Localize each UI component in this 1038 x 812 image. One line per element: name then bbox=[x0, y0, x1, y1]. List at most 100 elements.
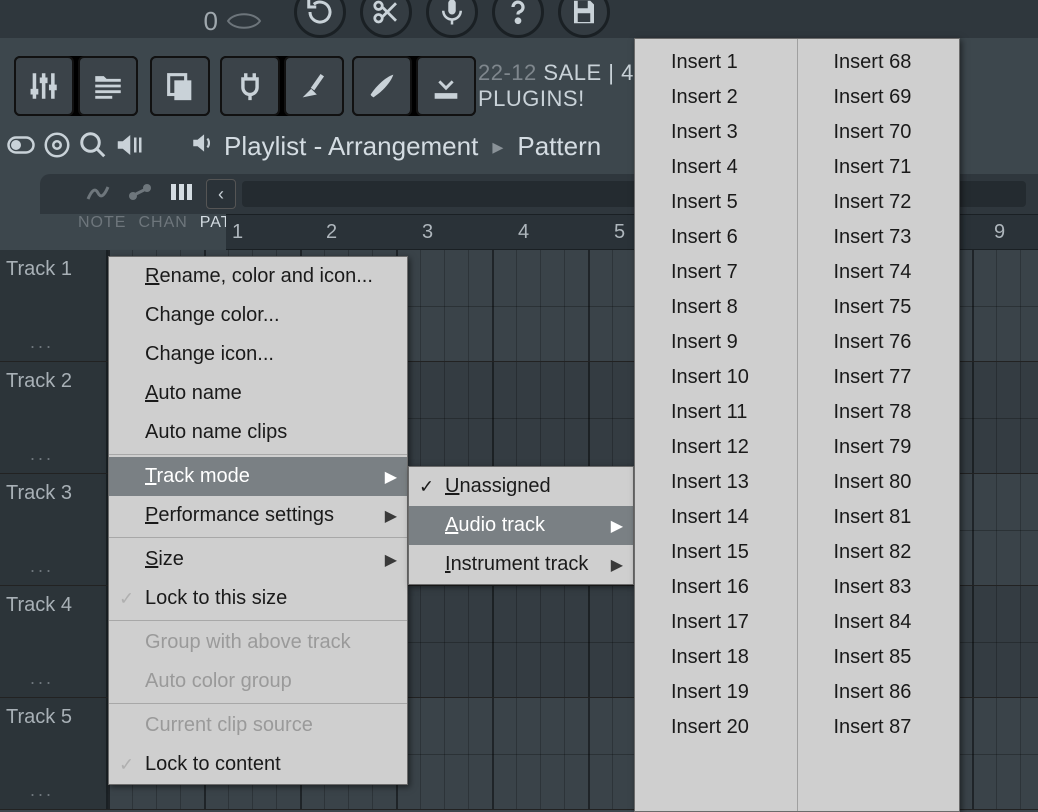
submenu-unassigned[interactable]: ✓Unassigned bbox=[409, 467, 633, 506]
browser-button[interactable] bbox=[78, 56, 138, 116]
track-header-2[interactable]: Track 2... bbox=[0, 362, 108, 473]
menu-lock-content[interactable]: ✓Lock to content bbox=[109, 745, 407, 784]
promo-rest: SALE | 40 bbox=[537, 60, 647, 85]
menu-change-icon[interactable]: Change icon... bbox=[109, 335, 407, 374]
mode-chan-label[interactable]: CHAN bbox=[138, 214, 187, 232]
insert-item[interactable]: Insert 73 bbox=[798, 220, 960, 255]
playlist-title: Playlist - Arrangement bbox=[224, 131, 478, 162]
lips-icon bbox=[226, 12, 262, 30]
insert-item[interactable]: Insert 77 bbox=[798, 360, 960, 395]
track-header-5[interactable]: Track 5... bbox=[0, 698, 108, 809]
insert-item[interactable]: Insert 4 bbox=[635, 150, 797, 185]
track-sub: ... bbox=[30, 668, 54, 689]
menu-rename[interactable]: Rename, color and icon... bbox=[109, 257, 407, 296]
zoom-icon[interactable] bbox=[78, 130, 108, 165]
insert-item[interactable]: Insert 83 bbox=[798, 570, 960, 605]
insert-item[interactable]: Insert 7 bbox=[635, 255, 797, 290]
insert-item[interactable]: Insert 20 bbox=[635, 710, 797, 745]
help-button[interactable] bbox=[492, 0, 544, 38]
insert-item[interactable]: Insert 80 bbox=[798, 465, 960, 500]
insert-item[interactable]: Insert 82 bbox=[798, 535, 960, 570]
insert-item[interactable]: Insert 5 bbox=[635, 185, 797, 220]
insert-item[interactable]: Insert 74 bbox=[798, 255, 960, 290]
download-button[interactable] bbox=[416, 56, 476, 116]
track-header-3[interactable]: Track 3... bbox=[0, 474, 108, 585]
insert-item[interactable]: Insert 70 bbox=[798, 115, 960, 150]
insert-item[interactable]: Insert 78 bbox=[798, 395, 960, 430]
save-button[interactable] bbox=[558, 0, 610, 38]
insert-item[interactable]: Insert 75 bbox=[798, 290, 960, 325]
scissors-button[interactable] bbox=[360, 0, 412, 38]
insert-item[interactable]: Insert 87 bbox=[798, 710, 960, 745]
insert-item[interactable]: Insert 1 bbox=[635, 45, 797, 80]
ruler-tick: 9 bbox=[994, 221, 1005, 244]
menu-auto-color-group: Auto color group bbox=[109, 662, 407, 701]
speaker-icon[interactable] bbox=[190, 130, 216, 163]
track-sub: ... bbox=[30, 444, 54, 465]
menu-lock-size[interactable]: ✓Lock to this size bbox=[109, 579, 407, 618]
chevron-right-icon: ▶ bbox=[611, 555, 623, 575]
insert-item[interactable]: Insert 3 bbox=[635, 115, 797, 150]
chan-mode-icon[interactable] bbox=[126, 181, 154, 208]
target-icon[interactable] bbox=[42, 130, 72, 165]
playlist-crumb[interactable]: Pattern bbox=[517, 131, 601, 162]
insert-item[interactable]: Insert 79 bbox=[798, 430, 960, 465]
insert-item[interactable]: Insert 81 bbox=[798, 500, 960, 535]
insert-item[interactable]: Insert 72 bbox=[798, 185, 960, 220]
track-context-menu: Rename, color and icon... Change color..… bbox=[108, 256, 408, 785]
mode-note-label[interactable]: NOTE bbox=[78, 214, 126, 232]
menu-change-color[interactable]: Change color... bbox=[109, 296, 407, 335]
ruler-tick: 2 bbox=[326, 221, 337, 244]
insert-item[interactable]: Insert 71 bbox=[798, 150, 960, 185]
insert-item[interactable]: Insert 9 bbox=[635, 325, 797, 360]
undo-button[interactable] bbox=[294, 0, 346, 38]
promo-banner[interactable]: 22-12 SALE | 40 PLUGINS! bbox=[478, 56, 647, 116]
ruler-tick: 4 bbox=[518, 221, 529, 244]
mixer-button[interactable] bbox=[14, 56, 74, 116]
insert-item[interactable]: Insert 85 bbox=[798, 640, 960, 675]
insert-item[interactable]: Insert 18 bbox=[635, 640, 797, 675]
insert-item[interactable]: Insert 2 bbox=[635, 80, 797, 115]
track-header-4[interactable]: Track 4... bbox=[0, 586, 108, 697]
track-sub: ... bbox=[30, 556, 54, 577]
menu-track-mode[interactable]: Track mode▶ bbox=[109, 457, 407, 496]
insert-item[interactable]: Insert 11 bbox=[635, 395, 797, 430]
insert-item[interactable]: Insert 76 bbox=[798, 325, 960, 360]
note-mode-icon[interactable] bbox=[84, 181, 112, 208]
plugin-button[interactable] bbox=[220, 56, 280, 116]
ruler-tick: 5 bbox=[614, 221, 625, 244]
back-button[interactable]: ‹ bbox=[206, 179, 236, 209]
insert-item[interactable]: Insert 69 bbox=[798, 80, 960, 115]
insert-item[interactable]: Insert 15 bbox=[635, 535, 797, 570]
insert-item[interactable]: Insert 8 bbox=[635, 290, 797, 325]
track-name: Track 1 bbox=[6, 258, 72, 280]
insert-item[interactable]: Insert 14 bbox=[635, 500, 797, 535]
pat-mode-icon[interactable] bbox=[168, 181, 196, 208]
insert-item[interactable]: Insert 84 bbox=[798, 605, 960, 640]
mic-button[interactable] bbox=[426, 0, 478, 38]
check-icon: ✓ bbox=[119, 588, 134, 609]
insert-item[interactable]: Insert 68 bbox=[798, 45, 960, 80]
sound-icon[interactable] bbox=[114, 130, 144, 165]
submenu-audio-track[interactable]: Audio track▶ bbox=[409, 506, 633, 545]
insert-item[interactable]: Insert 6 bbox=[635, 220, 797, 255]
insert-item[interactable]: Insert 19 bbox=[635, 675, 797, 710]
copy-button[interactable] bbox=[150, 56, 210, 116]
track-header-1[interactable]: Track 1... bbox=[0, 250, 108, 361]
insert-item[interactable]: Insert 16 bbox=[635, 570, 797, 605]
insert-item[interactable]: Insert 10 bbox=[635, 360, 797, 395]
insert-item[interactable]: Insert 86 bbox=[798, 675, 960, 710]
lamp-button[interactable] bbox=[284, 56, 344, 116]
submenu-instrument-track[interactable]: Instrument track▶ bbox=[409, 545, 633, 584]
insert-item[interactable]: Insert 17 bbox=[635, 605, 797, 640]
menu-auto-name-clips[interactable]: Auto name clips bbox=[109, 413, 407, 452]
insert-item[interactable]: Insert 12 bbox=[635, 430, 797, 465]
insert-item[interactable]: Insert 13 bbox=[635, 465, 797, 500]
ruler-tick: 1 bbox=[232, 221, 243, 244]
brush-button[interactable] bbox=[352, 56, 412, 116]
track-sub: ... bbox=[30, 332, 54, 353]
menu-size[interactable]: Size▶ bbox=[109, 540, 407, 579]
toggle-icon[interactable] bbox=[6, 130, 36, 165]
menu-performance-settings[interactable]: Performance settings▶ bbox=[109, 496, 407, 535]
menu-auto-name[interactable]: Auto name bbox=[109, 374, 407, 413]
